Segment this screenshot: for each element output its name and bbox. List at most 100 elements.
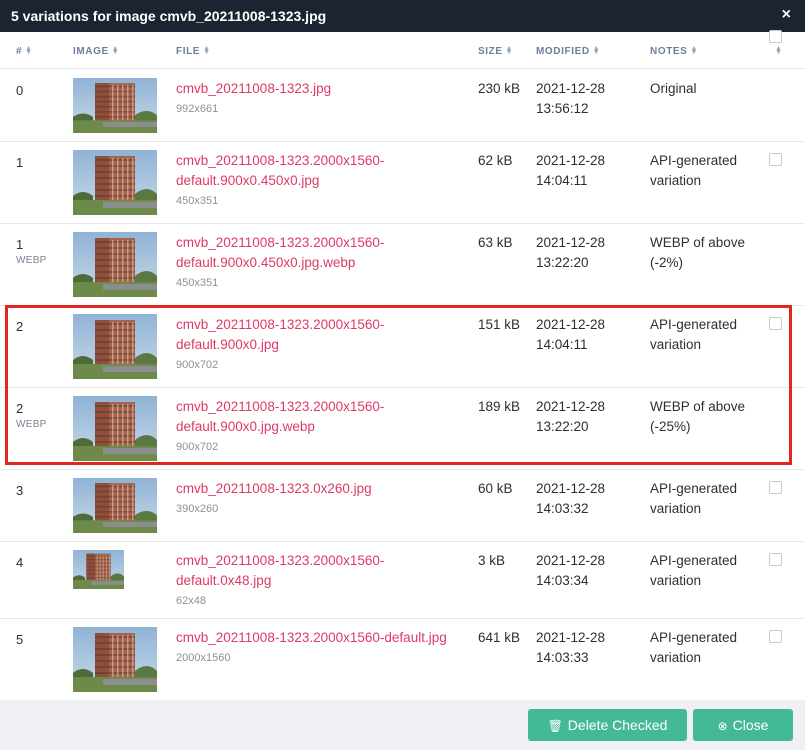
variation-number: 3 xyxy=(16,483,24,498)
table-row: 2 WEBP cmvb_20211008-1323.2000x1560-defaul… xyxy=(0,387,805,470)
column-header-image-label: IMAGE xyxy=(73,46,109,57)
close-button[interactable]: ⊗ Close xyxy=(693,709,793,741)
modified-date: 2021-12-28 14:03:32 xyxy=(536,481,606,516)
variation-number: 2 xyxy=(16,319,24,334)
file-size: 60 kB xyxy=(478,481,513,496)
file-link[interactable]: cmvb_20211008-1323.2000x1560-default.0x4… xyxy=(176,551,466,608)
file-link[interactable]: cmvb_20211008-1323.0x260.jpg 390x260 xyxy=(176,479,466,516)
variations-table: # ▲ ▼ IMAGE ▲ ▼ FILE ▲ ▼ SIZE ▲ ▼ MODIFIED ▲ ▼ NOT… xyxy=(0,30,805,69)
close-button-label: Close xyxy=(732,717,769,733)
variation-number: 4 xyxy=(16,555,24,570)
file-name[interactable]: cmvb_20211008-1323.2000x1560-default.jpg xyxy=(176,630,447,645)
select-all-checkbox[interactable] xyxy=(769,30,782,43)
column-header-file-label: FILE xyxy=(176,46,201,57)
modified-date: 2021-12-28 14:03:34 xyxy=(536,553,606,588)
column-header-notes[interactable]: NOTES ▲ ▼ xyxy=(650,45,698,57)
table-row: 5 cmvb_20211008-1323.2000x1560-default.jp… xyxy=(0,618,805,700)
modified-date: 2021-12-28 14:04:11 xyxy=(536,317,606,352)
variation-number: 1 xyxy=(16,237,24,252)
file-name[interactable]: cmvb_20211008-1323.2000x1560-default.900… xyxy=(176,317,384,352)
delete-checked-button[interactable]: 🗑 Delete Checked xyxy=(528,709,687,741)
file-name[interactable]: cmvb_20211008-1323.0x260.jpg xyxy=(176,481,372,496)
variation-notes: API-generated variation xyxy=(650,317,738,352)
building-photo xyxy=(73,150,157,215)
building-photo xyxy=(73,78,157,133)
file-size: 151 kB xyxy=(478,317,521,332)
image-thumbnail[interactable] xyxy=(73,232,157,297)
column-header-size[interactable]: SIZE ▲ ▼ xyxy=(478,45,514,57)
row-checkbox[interactable] xyxy=(769,481,782,494)
image-thumbnail[interactable] xyxy=(73,314,157,379)
sort-icon: ▲ ▼ xyxy=(505,45,514,57)
column-header-file[interactable]: FILE ▲ ▼ xyxy=(176,45,211,57)
building-photo xyxy=(73,627,157,692)
table-row: 3 cmvb_20211008-1323.0x260.jpg 390x260 60 k… xyxy=(0,469,805,542)
sort-icon: ▲ ▼ xyxy=(111,45,120,57)
table-row: 1 cmvb_20211008-1323.2000x1560-default.90… xyxy=(0,141,805,224)
column-header-modified-label: MODIFIED xyxy=(536,46,590,57)
modified-date: 2021-12-28 13:56:12 xyxy=(536,81,606,116)
building-photo xyxy=(73,478,157,533)
image-thumbnail[interactable] xyxy=(73,478,157,533)
image-dimensions: 992x661 xyxy=(176,103,219,115)
row-checkbox[interactable] xyxy=(769,153,782,166)
file-link[interactable]: cmvb_20211008-1323.2000x1560-default.jpg… xyxy=(176,628,466,665)
file-name[interactable]: cmvb_20211008-1323.2000x1560-default.900… xyxy=(176,235,384,270)
close-icon[interactable]: × xyxy=(782,7,791,23)
file-link[interactable]: cmvb_20211008-1323.2000x1560-default.900… xyxy=(176,315,466,372)
building-photo xyxy=(73,396,157,461)
image-dimensions: 450x351 xyxy=(176,277,219,289)
file-name[interactable]: cmvb_20211008-1323.2000x1560-default.900… xyxy=(176,399,384,434)
variation-notes: WEBP of above (-2%) xyxy=(650,235,746,270)
table-row: 1 WEBP cmvb_20211008-1323.2000x1560-defaul… xyxy=(0,223,805,306)
file-link[interactable]: cmvb_20211008-1323.2000x1560-default.900… xyxy=(176,151,466,208)
file-link[interactable]: cmvb_20211008-1323.2000x1560-default.900… xyxy=(176,233,466,290)
sort-icon: ▲ ▼ xyxy=(203,45,211,57)
variation-number: 0 xyxy=(16,83,24,98)
format-tag: WEBP xyxy=(16,419,47,430)
image-dimensions: 900x702 xyxy=(176,359,219,371)
variation-notes: API-generated variation xyxy=(650,553,738,588)
times-circle-icon: ⊗ xyxy=(717,719,728,733)
table-row: 4 cmvb_20211008-1323.2000x1560-default.0x… xyxy=(0,541,805,619)
row-checkbox[interactable] xyxy=(769,630,782,643)
column-header-notes-label: NOTES xyxy=(650,46,688,57)
image-dimensions: 62x48 xyxy=(176,595,206,607)
table-header: # ▲ ▼ IMAGE ▲ ▼ FILE ▲ ▼ SIZE ▲ ▼ MODIFIED ▲ ▼ NOT… xyxy=(0,30,805,69)
format-tag: WEBP xyxy=(16,255,47,266)
file-link[interactable]: cmvb_20211008-1323.jpg 992x661 xyxy=(176,79,466,116)
image-thumbnail[interactable] xyxy=(73,396,157,461)
column-header-size-label: SIZE xyxy=(478,46,503,57)
image-dimensions: 390x260 xyxy=(176,503,219,515)
building-photo xyxy=(73,232,157,297)
column-header-num[interactable]: # ▲ ▼ xyxy=(16,45,33,57)
sort-icon: ▲ ▼ xyxy=(775,45,783,57)
file-link[interactable]: cmvb_20211008-1323.2000x1560-default.900… xyxy=(176,397,466,454)
file-name[interactable]: cmvb_20211008-1323.2000x1560-default.0x4… xyxy=(176,553,384,588)
image-thumbnail[interactable] xyxy=(73,627,157,692)
sort-icon: ▲ ▼ xyxy=(690,45,698,57)
file-size: 189 kB xyxy=(478,399,521,414)
file-name[interactable]: cmvb_20211008-1323.2000x1560-default.900… xyxy=(176,153,384,188)
file-name[interactable]: cmvb_20211008-1323.jpg xyxy=(176,81,331,96)
image-thumbnail[interactable] xyxy=(73,78,157,133)
image-thumbnail[interactable] xyxy=(73,150,157,215)
sort-icon: ▲ ▼ xyxy=(592,45,601,57)
file-size: 63 kB xyxy=(478,235,513,250)
dialog-title: 5 variations for image cmvb_20211008-132… xyxy=(11,8,327,24)
row-checkbox[interactable] xyxy=(769,553,782,566)
modified-date: 2021-12-28 13:22:20 xyxy=(536,235,606,270)
image-dimensions: 900x702 xyxy=(176,441,219,453)
variation-notes: API-generated variation xyxy=(650,630,738,665)
variation-number: 2 xyxy=(16,401,24,416)
column-header-check[interactable]: ▲ ▼ xyxy=(772,45,783,57)
building-photo xyxy=(73,550,124,589)
column-header-num-label: # xyxy=(16,46,23,57)
column-header-image[interactable]: IMAGE ▲ ▼ xyxy=(73,45,120,57)
row-checkbox[interactable] xyxy=(769,317,782,330)
column-header-modified[interactable]: MODIFIED ▲ ▼ xyxy=(536,45,601,57)
sort-icon: ▲ ▼ xyxy=(25,45,33,57)
variation-notes: API-generated variation xyxy=(650,481,738,516)
image-thumbnail[interactable] xyxy=(73,550,124,589)
variation-number: 1 xyxy=(16,155,24,170)
